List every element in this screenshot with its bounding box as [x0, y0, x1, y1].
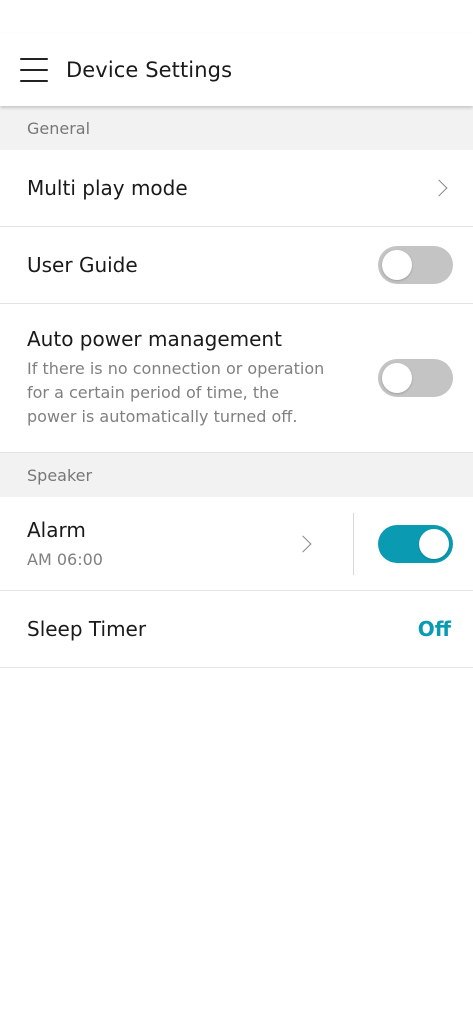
sleep-timer-value[interactable]: Off	[418, 617, 451, 641]
user-guide-row: User Guide	[0, 227, 473, 304]
alarm-toggle[interactable]	[378, 524, 453, 563]
sleep-timer-label: Sleep Timer	[27, 617, 147, 641]
alarm-time: AM 06:00	[27, 550, 103, 569]
multi-play-mode-row[interactable]: Multi play mode	[0, 150, 473, 227]
alarm-label: Alarm	[27, 518, 86, 542]
multi-play-mode-text: Multi play mode	[27, 176, 433, 200]
sleep-timer-row[interactable]: Sleep Timer Off	[0, 591, 473, 668]
auto-power-management-text: Auto power management If there is no con…	[27, 327, 378, 429]
multi-play-mode-label: Multi play mode	[27, 176, 188, 200]
chevron-right-icon[interactable]	[430, 179, 448, 197]
alarm-text[interactable]: Alarm AM 06:00	[27, 518, 297, 569]
status-bar-area	[0, 0, 473, 33]
sleep-timer-text: Sleep Timer	[27, 617, 418, 641]
auto-power-management-toggle[interactable]	[378, 359, 453, 397]
toggle-knob	[382, 250, 412, 280]
user-guide-text: User Guide	[27, 253, 378, 277]
hamburger-menu-icon[interactable]	[20, 57, 50, 82]
menu-line	[20, 68, 48, 71]
vertical-divider	[353, 512, 354, 575]
section-header-general: General	[0, 106, 473, 150]
app-header: Device Settings	[0, 33, 473, 106]
section-header-speaker: Speaker	[0, 453, 473, 497]
menu-line	[20, 57, 48, 60]
user-guide-label: User Guide	[27, 253, 138, 277]
auto-power-management-row: Auto power management If there is no con…	[0, 304, 473, 453]
page-title: Device Settings	[66, 57, 233, 82]
auto-power-management-description: If there is no connection or operation f…	[27, 359, 325, 426]
alarm-row: Alarm AM 06:00	[0, 497, 473, 591]
auto-power-management-label: Auto power management	[27, 327, 282, 351]
chevron-right-icon[interactable]	[294, 535, 312, 552]
toggle-knob	[419, 528, 449, 559]
user-guide-toggle[interactable]	[378, 246, 453, 284]
menu-line	[20, 79, 48, 82]
toggle-knob	[382, 363, 412, 393]
